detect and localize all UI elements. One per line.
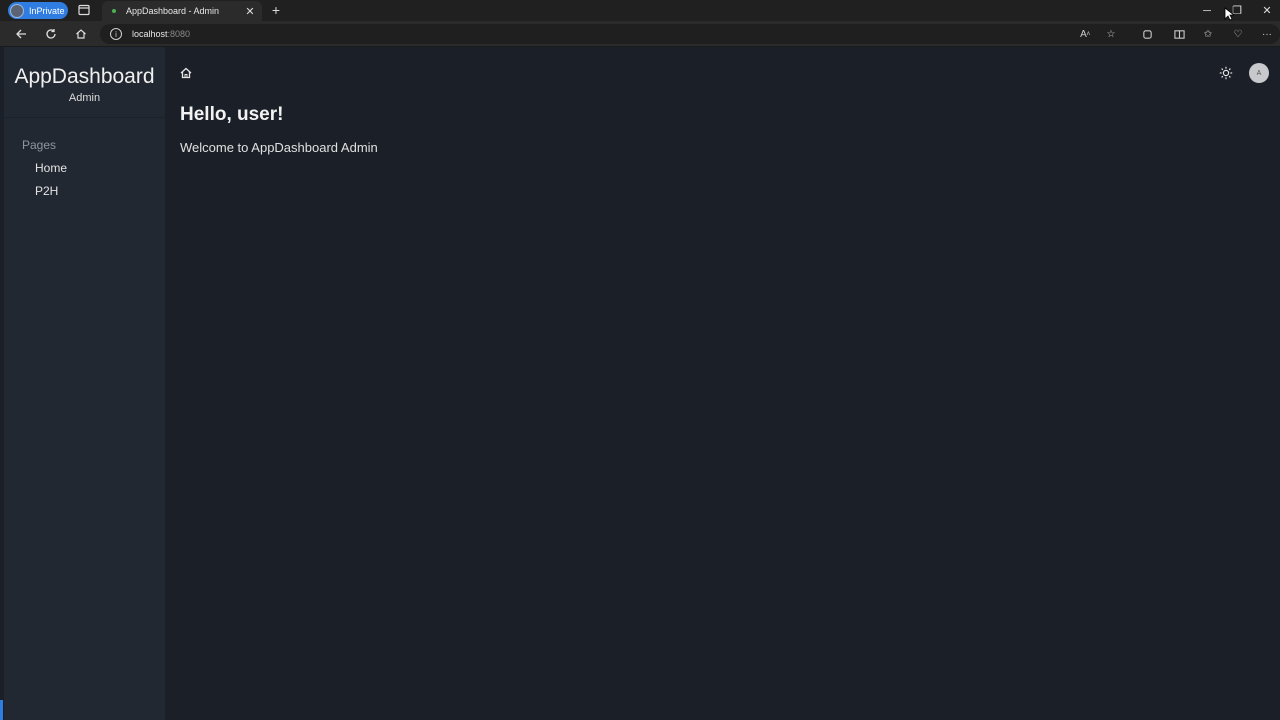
favicon-icon: [112, 9, 116, 13]
sidebar: AppDashboard Admin Pages Home P2H: [4, 47, 165, 720]
inprivate-badge[interactable]: InPrivate: [8, 2, 68, 19]
profile-avatar: [10, 3, 24, 18]
sidebar-item-home[interactable]: Home: [35, 161, 67, 175]
tab-title: AppDashboard - Admin: [126, 6, 220, 16]
theme-sun-icon[interactable]: [1219, 66, 1233, 80]
favorites-icon[interactable]: ✩: [1199, 25, 1217, 43]
split-screen-icon[interactable]: [1170, 25, 1188, 43]
page-title: Hello, user!: [180, 104, 284, 125]
read-aloud-icon[interactable]: Aʌ: [1076, 25, 1094, 43]
new-tab-button[interactable]: +: [268, 2, 284, 18]
mouse-cursor-icon: [1224, 7, 1236, 21]
sidebar-item-p2h[interactable]: P2H: [35, 184, 58, 198]
more-icon[interactable]: ···: [1258, 25, 1276, 43]
brand-title[interactable]: AppDashboard: [4, 65, 165, 89]
browser-titlebar: InPrivate AppDashboard - Admin ✕ + ─ ❐ ✕: [0, 0, 1280, 21]
back-icon[interactable]: [12, 25, 30, 43]
welcome-text: Welcome to AppDashboard Admin: [180, 140, 378, 155]
avatar-initial: A: [1256, 69, 1262, 77]
favorite-icon[interactable]: ☆: [1102, 25, 1120, 43]
browser-home-icon[interactable]: [72, 25, 90, 43]
browser-tab[interactable]: AppDashboard - Admin ✕: [102, 1, 262, 21]
tab-close-icon[interactable]: ✕: [242, 3, 258, 19]
sidebar-section-pages: Pages: [22, 138, 57, 152]
url-port: :8080: [167, 29, 191, 39]
inprivate-label: InPrivate: [29, 5, 65, 16]
browser-essentials-icon[interactable]: ♡: [1229, 25, 1247, 43]
info-icon[interactable]: i: [110, 28, 122, 40]
extensions-icon[interactable]: [1138, 25, 1156, 43]
taskbar-accent: [0, 700, 3, 720]
brand-subtitle: Admin: [68, 92, 101, 104]
user-avatar[interactable]: A: [1249, 63, 1269, 83]
refresh-icon[interactable]: [42, 25, 60, 43]
brand-divider: [4, 117, 165, 118]
main-content: Hello, user! Welcome to AppDashboard Adm…: [165, 47, 1280, 720]
minimize-button[interactable]: ─: [1192, 0, 1222, 21]
close-window-button[interactable]: ✕: [1252, 0, 1280, 21]
browser-toolbar: i localhost:8080 Aʌ ☆ ✩ ♡ ···: [0, 21, 1280, 47]
home-icon[interactable]: [179, 66, 193, 80]
url-host: localhost: [132, 29, 168, 39]
tab-actions-icon[interactable]: [78, 4, 90, 16]
